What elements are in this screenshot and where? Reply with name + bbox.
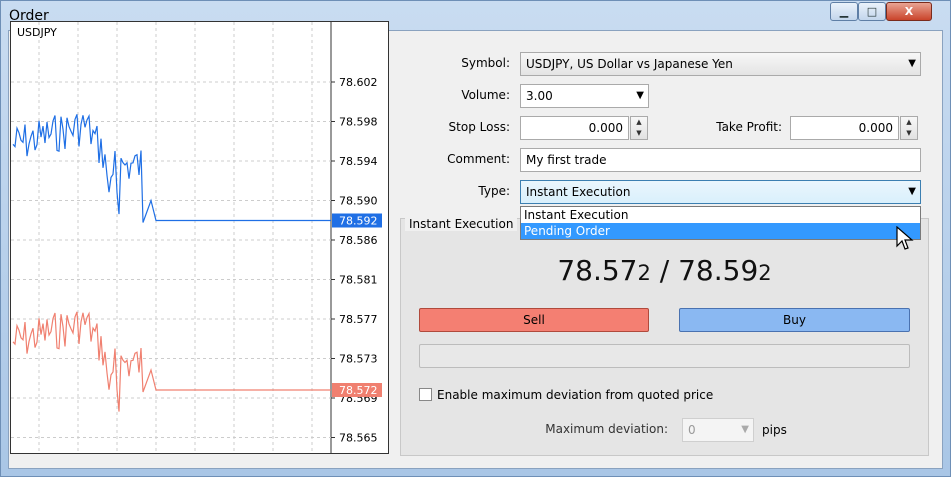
spin-up-icon[interactable]: ▲ <box>901 117 917 128</box>
spin-down-icon[interactable]: ▼ <box>901 128 917 139</box>
quote-price: 78.572 / 78.592 <box>400 254 929 287</box>
ask-price-marker-label: 78.592 <box>339 215 378 228</box>
price-axis-label: 78.565 <box>339 432 378 445</box>
max-deviation-label: Maximum deviation: <box>545 422 668 436</box>
close-button[interactable]: X <box>886 2 932 21</box>
pips-label: pips <box>762 423 787 437</box>
comment-label: Comment: <box>447 152 510 166</box>
price-axis-label: 78.577 <box>339 313 378 326</box>
price-axis-label: 78.573 <box>339 353 378 366</box>
ask-pip-digit: 2 <box>758 261 772 285</box>
mouse-cursor-icon <box>896 226 914 250</box>
sell-label: Sell <box>523 313 545 327</box>
volume-select[interactable]: 3.00 ▼ <box>520 84 649 108</box>
bid-price-marker-label: 78.572 <box>339 384 378 397</box>
max-deviation-select[interactable]: 0 ▼ <box>682 418 754 442</box>
close-icon: X <box>904 5 914 18</box>
price-axis-label: 78.598 <box>339 116 378 129</box>
max-deviation-value: 0 <box>688 423 696 437</box>
minimize-button[interactable]: ▁ <box>830 2 858 21</box>
type-dropdown-list: Instant Execution Pending Order <box>520 206 921 240</box>
chevron-down-icon: ▼ <box>636 90 644 101</box>
maximize-button[interactable]: □ <box>858 2 886 21</box>
buy-label: Buy <box>783 313 806 327</box>
price-axis-label: 78.590 <box>339 195 378 208</box>
takeprofit-label: Take Profit: <box>716 120 782 134</box>
stoploss-spinner[interactable]: ▲ ▼ <box>630 116 648 140</box>
comment-value: My first trade <box>526 153 607 167</box>
stoploss-input[interactable]: 0.000 <box>520 116 629 140</box>
takeprofit-value: 0.000 <box>858 121 893 135</box>
chevron-down-icon: ▼ <box>908 58 916 69</box>
price-axis-label: 78.586 <box>339 234 378 247</box>
comment-input[interactable]: My first trade <box>520 148 921 172</box>
bid-price-line <box>12 311 331 412</box>
bid-price: 78.57 <box>557 254 638 287</box>
chevron-down-icon: ▼ <box>908 186 916 197</box>
volume-value: 3.00 <box>526 89 553 103</box>
execution-group-label: Instant Execution <box>405 217 518 231</box>
maximize-icon: □ <box>866 5 878 18</box>
takeprofit-spinner[interactable]: ▲ ▼ <box>900 116 918 140</box>
price-separator: / <box>650 254 679 287</box>
price-axis-label: 78.581 <box>339 274 378 287</box>
type-option-pending-order[interactable]: Pending Order <box>521 223 920 239</box>
type-value: Instant Execution <box>526 185 631 199</box>
takeprofit-input[interactable]: 0.000 <box>790 116 899 140</box>
spin-down-icon[interactable]: ▼ <box>631 128 647 139</box>
symbol-label: Symbol: <box>461 56 510 70</box>
deviation-checkbox[interactable] <box>419 388 432 401</box>
ask-price: 78.59 <box>678 254 759 287</box>
bid-pip-digit: 2 <box>637 261 651 285</box>
chevron-down-icon: ▼ <box>741 424 749 435</box>
sell-button[interactable]: Sell <box>419 308 649 332</box>
spin-up-icon[interactable]: ▲ <box>631 117 647 128</box>
type-option-instant-execution[interactable]: Instant Execution <box>521 207 920 223</box>
symbol-select[interactable]: USDJPY, US Dollar vs Japanese Yen ▼ <box>520 52 921 76</box>
ask-price-line <box>12 113 331 223</box>
deviation-checkbox-label[interactable]: Enable maximum deviation from quoted pri… <box>437 388 713 402</box>
chart-symbol-label: USDJPY <box>17 26 57 39</box>
stoploss-value: 0.000 <box>588 121 623 135</box>
type-select[interactable]: Instant Execution ▼ <box>520 180 921 204</box>
tick-chart-canvas: 78.602 78.598 78.594 78.590 78.586 78.581 78.5… <box>11 22 382 453</box>
price-axis-label: 78.602 <box>339 76 378 89</box>
minimize-icon: ▁ <box>839 5 849 18</box>
tick-chart: 78.602 78.598 78.594 78.590 78.586 78.581 78.5… <box>10 21 389 454</box>
status-bar <box>419 344 910 368</box>
volume-label: Volume: <box>461 88 510 102</box>
symbol-value: USDJPY, US Dollar vs Japanese Yen <box>526 57 733 71</box>
buy-button[interactable]: Buy <box>679 308 910 332</box>
stoploss-label: Stop Loss: <box>448 120 510 134</box>
type-label: Type: <box>478 184 510 198</box>
price-axis-label: 78.594 <box>339 155 378 168</box>
